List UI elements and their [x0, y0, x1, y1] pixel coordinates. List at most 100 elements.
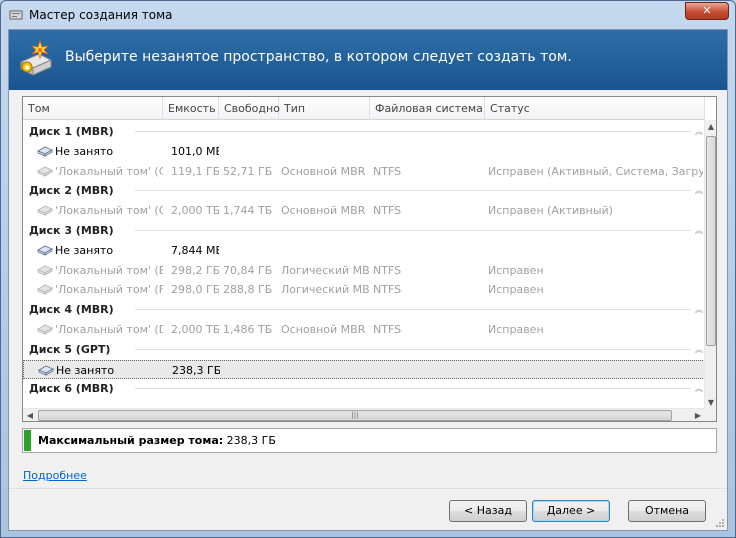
list-item[interactable]: Не занято 238,3 ГБ — [23, 359, 705, 380]
cell-volume: 'Локальный том' (C:) — [55, 164, 163, 178]
wizard-content: ✱ Выберите незанятое пространство, в кот… — [8, 29, 728, 531]
more-info-link[interactable]: Подробнее — [23, 469, 87, 482]
column-header-type[interactable]: Тип — [279, 97, 370, 120]
collapse-chevron-icon[interactable]: ︽ — [695, 221, 703, 240]
wizard-app-icon — [9, 10, 23, 20]
window-title: Мастер создания тома — [29, 8, 173, 22]
cell-type: Основной MBR — [281, 164, 366, 178]
list-rows: Диск 1 (MBR) ︽ Не занято 101,0 МБ 'Локальный… — [23, 122, 705, 407]
volume-icon — [37, 324, 53, 335]
scroll-left-arrow-icon[interactable]: ◀ — [23, 409, 37, 421]
cell-capacity: 238,3 ГБ — [172, 363, 220, 377]
volume-icon — [37, 265, 53, 276]
new-volume-wizard-icon: ✱ — [19, 40, 53, 76]
column-header-status[interactable]: Статус — [485, 97, 705, 120]
close-button[interactable]: ✕ — [685, 2, 729, 20]
cell-capacity: 119,1 ГБ — [171, 164, 219, 178]
disk-group-label: Диск 5 (GPT) — [29, 342, 111, 356]
list-item: 'Локальный том' (D:) 2,000 ТБ 1,486 ТБ Осно… — [23, 320, 705, 339]
next-button[interactable]: Далее > — [532, 500, 610, 522]
button-bar: < Назад Далее > Отмена — [9, 488, 727, 530]
collapse-chevron-icon[interactable]: ︽ — [695, 379, 703, 398]
disk-group-header[interactable]: Диск 5 (GPT) ︽ — [23, 340, 705, 359]
column-header-filesystem[interactable]: Файловая система — [370, 97, 485, 120]
cell-filesystem: NTFS — [373, 283, 402, 297]
column-header-free[interactable]: Свободно — [219, 97, 280, 120]
volume-icon — [37, 205, 53, 216]
volume-icon — [37, 166, 53, 177]
group-divider — [135, 309, 691, 311]
cell-free: 70,84 ГБ — [223, 263, 273, 277]
cell-filesystem — [373, 241, 485, 260]
scroll-right-arrow-icon[interactable]: ▶ — [691, 409, 705, 421]
volume-icon — [37, 284, 53, 296]
cell-status — [488, 241, 703, 260]
vertical-scrollbar[interactable]: ▲ ▼ — [704, 120, 716, 410]
max-size-value: 238,3 ГБ — [226, 434, 276, 447]
cell-volume: 'Локальный том' (E:) — [55, 263, 163, 277]
cell-capacity: 298,0 ГБ — [171, 283, 219, 297]
collapse-chevron-icon[interactable]: ︽ — [695, 181, 703, 200]
list-item: 'Локальный том' (E:) 298,2 ГБ 70,84 ГБ Логи… — [23, 261, 705, 280]
horizontal-scroll-thumb[interactable]: ||| — [38, 410, 672, 421]
cell-type — [281, 241, 370, 260]
cell-type: Логический MBR — [281, 263, 370, 277]
column-header-volume[interactable]: Том — [23, 97, 163, 120]
list-item[interactable]: Не занято 7,844 МБ — [23, 241, 705, 260]
list-item: 'Локальный том' (C:) 119,1 ГБ 52,71 ГБ Осно… — [23, 162, 705, 181]
cell-free — [223, 142, 279, 161]
unallocated-space-icon — [38, 365, 54, 376]
cell-status: Исправен — [488, 283, 544, 297]
cell-filesystem: NTFS — [373, 164, 402, 178]
disk-group-header[interactable]: Диск 3 (MBR) ︽ — [23, 221, 705, 240]
cell-filesystem — [373, 142, 485, 161]
list-item[interactable]: Не занято 101,0 МБ — [23, 142, 705, 161]
cell-volume: 'Локальный том' (G:) — [55, 204, 163, 218]
disk-group-header[interactable]: Диск 1 (MBR) ︽ — [23, 122, 705, 141]
cell-capacity: 298,2 ГБ — [171, 263, 219, 277]
disk-group-label: Диск 1 (MBR) — [29, 125, 114, 138]
column-header-capacity[interactable]: Емкость — [163, 97, 219, 120]
cell-filesystem: NTFS — [373, 323, 402, 336]
vertical-scroll-thumb[interactable] — [706, 136, 716, 346]
unallocated-space-icon — [37, 245, 53, 256]
cell-capacity: 2,000 ТБ — [171, 323, 219, 336]
scroll-up-arrow-icon[interactable]: ▲ — [705, 120, 716, 134]
cell-status — [488, 142, 703, 161]
scrollbar-corner — [704, 408, 716, 421]
group-divider — [135, 230, 691, 231]
title-bar: Мастер создания тома ✕ — [1, 1, 735, 29]
group-divider — [135, 131, 691, 132]
cell-capacity: 101,0 МБ — [171, 144, 219, 158]
group-divider — [135, 348, 691, 350]
free-space-list[interactable]: Том Емкость Свободно Тип Файловая систем… — [22, 96, 717, 422]
cell-status: Исправен — [488, 263, 544, 277]
disk-group-label: Диск 3 (MBR) — [29, 224, 114, 237]
max-size-label: Максимальный размер тома: — [38, 434, 224, 447]
group-divider — [135, 190, 691, 192]
collapse-chevron-icon[interactable]: ︽ — [695, 122, 703, 141]
disk-group-header[interactable]: Диск 4 (MBR) ︽ — [23, 300, 705, 319]
cell-volume: Не занято — [55, 144, 114, 158]
cell-free: 1,744 ТБ — [223, 204, 273, 218]
svg-text:✱: ✱ — [24, 64, 30, 72]
collapse-chevron-icon[interactable]: ︽ — [695, 340, 703, 359]
horizontal-scrollbar[interactable]: ◀ ||| ▶ — [23, 408, 705, 421]
cell-type — [282, 361, 371, 380]
collapse-chevron-icon[interactable]: ︽ — [695, 300, 703, 319]
size-color-swatch — [24, 430, 31, 451]
column-header-bar: Том Емкость Свободно Тип Файловая систем… — [23, 97, 705, 120]
cell-free — [223, 241, 279, 260]
cell-status: Исправен (Активный, Система, Загрузка) — [488, 164, 703, 178]
cell-capacity: 2,000 ТБ — [171, 204, 219, 218]
disk-group-label: Диск 6 (MBR) — [29, 382, 114, 396]
cell-status: Исправен (Активный) — [488, 204, 613, 218]
cell-status: Исправен — [488, 323, 544, 336]
resize-grip-icon[interactable] — [715, 518, 725, 528]
cancel-button[interactable]: Отмена — [628, 500, 706, 522]
unallocated-space-icon — [37, 146, 53, 157]
cell-filesystem: NTFS — [373, 263, 402, 277]
disk-group-header[interactable]: Диск 6 (MBR) ︽ — [23, 379, 705, 398]
disk-group-header[interactable]: Диск 2 (MBR) ︽ — [23, 181, 705, 200]
back-button[interactable]: < Назад — [449, 500, 527, 522]
